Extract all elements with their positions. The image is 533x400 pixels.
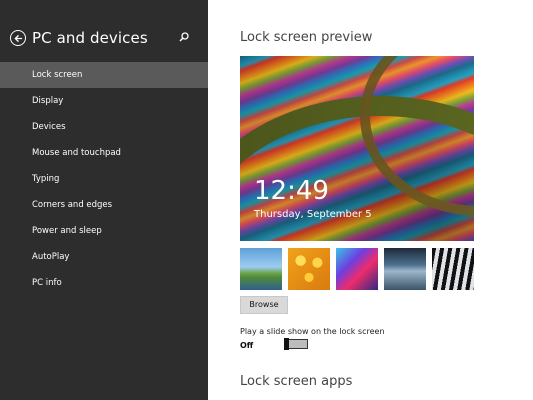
sidebar-item-devices[interactable]: Devices bbox=[0, 114, 208, 140]
browse-button[interactable]: Browse bbox=[240, 296, 288, 314]
thumbnail-landscape[interactable] bbox=[240, 248, 282, 290]
preview-time: 12:49 bbox=[254, 176, 329, 206]
sidebar-item-typing[interactable]: Typing bbox=[0, 166, 208, 192]
main-content: Lock screen preview 12:49 Thursday, Sept… bbox=[208, 0, 533, 400]
slideshow-toggle[interactable] bbox=[284, 338, 308, 350]
search-icon[interactable] bbox=[178, 31, 190, 43]
sidebar: PC and devices Lock screen Display Devic… bbox=[0, 0, 208, 400]
sidebar-item-autoplay[interactable]: AutoPlay bbox=[0, 244, 208, 270]
sidebar-item-lock-screen[interactable]: Lock screen bbox=[0, 62, 208, 88]
thumbnail-bridge[interactable] bbox=[384, 248, 426, 290]
slideshow-label: Play a slide show on the lock screen bbox=[240, 327, 385, 336]
sidebar-title: PC and devices bbox=[32, 29, 148, 47]
sidebar-header: PC and devices bbox=[10, 27, 200, 49]
lock-screen-preview-image: 12:49 Thursday, September 5 bbox=[240, 56, 474, 241]
toggle-knob bbox=[284, 338, 289, 350]
slideshow-state-label: Off bbox=[240, 341, 254, 350]
sidebar-item-corners-and-edges[interactable]: Corners and edges bbox=[0, 192, 208, 218]
sidebar-item-power-and-sleep[interactable]: Power and sleep bbox=[0, 218, 208, 244]
thumbnail-piano[interactable] bbox=[432, 248, 474, 290]
sidebar-item-pc-info[interactable]: PC info bbox=[0, 270, 208, 296]
sidebar-nav: Lock screen Display Devices Mouse and to… bbox=[0, 62, 208, 296]
sidebar-item-mouse-and-touchpad[interactable]: Mouse and touchpad bbox=[0, 140, 208, 166]
back-arrow-icon bbox=[13, 34, 22, 42]
sidebar-item-display[interactable]: Display bbox=[0, 88, 208, 114]
lock-screen-preview-heading: Lock screen preview bbox=[240, 30, 373, 45]
back-button[interactable] bbox=[10, 30, 26, 46]
preview-date: Thursday, September 5 bbox=[254, 209, 372, 220]
thumbnail-honeycomb[interactable] bbox=[288, 248, 330, 290]
thumbnail-abstract[interactable] bbox=[336, 248, 378, 290]
background-thumbnails bbox=[240, 248, 474, 290]
lock-screen-apps-heading: Lock screen apps bbox=[240, 374, 353, 389]
